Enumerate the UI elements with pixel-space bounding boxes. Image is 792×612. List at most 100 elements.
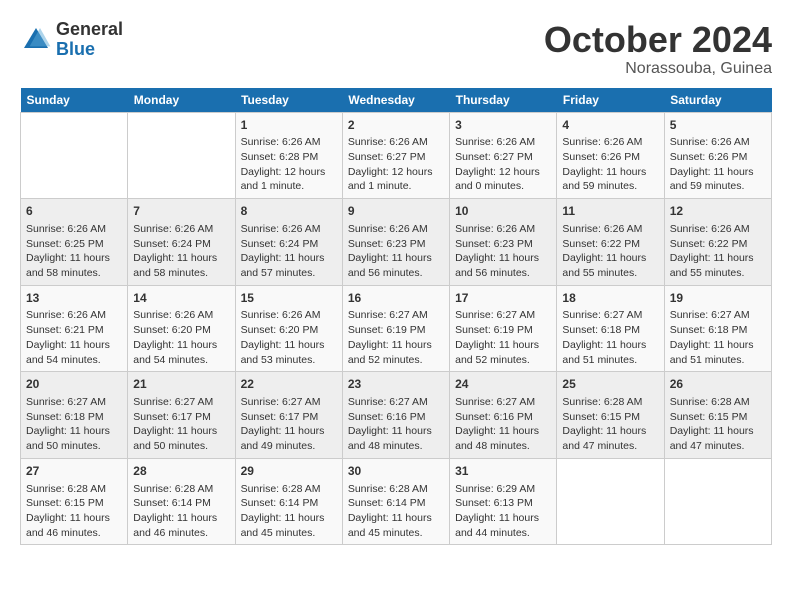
cell-text: Daylight: 11 hours bbox=[348, 424, 444, 439]
calendar-cell: 11Sunrise: 6:26 AMSunset: 6:22 PMDayligh… bbox=[557, 199, 664, 286]
cell-text: Sunrise: 6:26 AM bbox=[241, 308, 337, 323]
cell-text: Sunrise: 6:26 AM bbox=[348, 222, 444, 237]
cell-text: Sunset: 6:17 PM bbox=[133, 410, 229, 425]
cell-text: Sunrise: 6:26 AM bbox=[562, 222, 658, 237]
cell-text: Daylight: 11 hours bbox=[670, 251, 766, 266]
calendar-cell: 12Sunrise: 6:26 AMSunset: 6:22 PMDayligh… bbox=[664, 199, 771, 286]
calendar-cell: 7Sunrise: 6:26 AMSunset: 6:24 PMDaylight… bbox=[128, 199, 235, 286]
cell-text: Daylight: 11 hours bbox=[26, 338, 122, 353]
cell-text: Sunrise: 6:28 AM bbox=[26, 482, 122, 497]
calendar-cell: 15Sunrise: 6:26 AMSunset: 6:20 PMDayligh… bbox=[235, 285, 342, 372]
day-number: 7 bbox=[133, 203, 229, 220]
cell-text: Sunrise: 6:28 AM bbox=[562, 395, 658, 410]
cell-text: Daylight: 11 hours bbox=[670, 338, 766, 353]
cell-text: Sunrise: 6:29 AM bbox=[455, 482, 551, 497]
cell-text: Sunrise: 6:26 AM bbox=[455, 222, 551, 237]
cell-text: and 45 minutes. bbox=[241, 526, 337, 541]
header-row: SundayMondayTuesdayWednesdayThursdayFrid… bbox=[21, 88, 772, 113]
day-number: 6 bbox=[26, 203, 122, 220]
calendar-cell: 29Sunrise: 6:28 AMSunset: 6:14 PMDayligh… bbox=[235, 458, 342, 545]
calendar-week-4: 20Sunrise: 6:27 AMSunset: 6:18 PMDayligh… bbox=[21, 372, 772, 459]
cell-text: and 58 minutes. bbox=[133, 266, 229, 281]
header-cell-thursday: Thursday bbox=[450, 88, 557, 113]
cell-text: and 45 minutes. bbox=[348, 526, 444, 541]
cell-text: Sunrise: 6:27 AM bbox=[670, 308, 766, 323]
cell-text: Sunrise: 6:28 AM bbox=[241, 482, 337, 497]
cell-text: Sunset: 6:26 PM bbox=[562, 150, 658, 165]
calendar-table: SundayMondayTuesdayWednesdayThursdayFrid… bbox=[20, 88, 772, 546]
calendar-cell: 16Sunrise: 6:27 AMSunset: 6:19 PMDayligh… bbox=[342, 285, 449, 372]
cell-text: and 44 minutes. bbox=[455, 526, 551, 541]
calendar-cell: 25Sunrise: 6:28 AMSunset: 6:15 PMDayligh… bbox=[557, 372, 664, 459]
cell-text: and 52 minutes. bbox=[455, 353, 551, 368]
cell-text: Sunset: 6:17 PM bbox=[241, 410, 337, 425]
cell-text: Daylight: 11 hours bbox=[455, 511, 551, 526]
day-number: 28 bbox=[133, 463, 229, 480]
cell-text: Daylight: 11 hours bbox=[562, 165, 658, 180]
cell-text: and 51 minutes. bbox=[562, 353, 658, 368]
calendar-week-2: 6Sunrise: 6:26 AMSunset: 6:25 PMDaylight… bbox=[21, 199, 772, 286]
calendar-cell: 10Sunrise: 6:26 AMSunset: 6:23 PMDayligh… bbox=[450, 199, 557, 286]
cell-text: Sunset: 6:28 PM bbox=[241, 150, 337, 165]
cell-text: Daylight: 11 hours bbox=[26, 511, 122, 526]
cell-text: and 58 minutes. bbox=[26, 266, 122, 281]
header-cell-monday: Monday bbox=[128, 88, 235, 113]
month-title: October 2024 bbox=[544, 20, 772, 60]
calendar-body: 1 Sunrise: 6:26 AM Sunset: 6:28 PM Daylight… bbox=[21, 112, 772, 545]
cell-text: Daylight: 11 hours bbox=[455, 338, 551, 353]
cell-text: Daylight: 11 hours bbox=[562, 338, 658, 353]
cell-text: and 55 minutes. bbox=[670, 266, 766, 281]
day-number: 13 bbox=[26, 290, 122, 307]
page-header: General Blue October 2024 Norassouba, Gu… bbox=[20, 20, 772, 78]
cell-text: Daylight: 11 hours bbox=[26, 424, 122, 439]
cell-text: Sunset: 6:15 PM bbox=[670, 410, 766, 425]
day-number: 14 bbox=[133, 290, 229, 307]
cell-text: Sunset: 6:20 PM bbox=[241, 323, 337, 338]
cell-text: Sunset: 6:27 PM bbox=[455, 150, 551, 165]
day-number: 8 bbox=[241, 203, 337, 220]
cell-text: Sunset: 6:23 PM bbox=[348, 237, 444, 252]
calendar-cell: 1Sunrise: 6:26 AMSunset: 6:28 PMDaylight… bbox=[235, 112, 342, 199]
calendar-header: SundayMondayTuesdayWednesdayThursdayFrid… bbox=[21, 88, 772, 113]
calendar-cell bbox=[664, 458, 771, 545]
calendar-cell: 30Sunrise: 6:28 AMSunset: 6:14 PMDayligh… bbox=[342, 458, 449, 545]
calendar-cell: 8Sunrise: 6:26 AMSunset: 6:24 PMDaylight… bbox=[235, 199, 342, 286]
header-cell-saturday: Saturday bbox=[664, 88, 771, 113]
logo-blue: Blue bbox=[56, 40, 123, 60]
day-number: 10 bbox=[455, 203, 551, 220]
cell-text: Daylight: 11 hours bbox=[348, 511, 444, 526]
cell-text: Sunrise: 6:27 AM bbox=[348, 395, 444, 410]
calendar-cell bbox=[21, 112, 128, 199]
cell-text: and 59 minutes. bbox=[670, 179, 766, 194]
cell-text: Daylight: 11 hours bbox=[133, 424, 229, 439]
cell-text: Daylight: 11 hours bbox=[26, 251, 122, 266]
cell-text: Sunset: 6:14 PM bbox=[241, 496, 337, 511]
cell-text: and 53 minutes. bbox=[241, 353, 337, 368]
cell-text: and 57 minutes. bbox=[241, 266, 337, 281]
cell-text: Sunset: 6:24 PM bbox=[241, 237, 337, 252]
cell-text: Sunset: 6:22 PM bbox=[562, 237, 658, 252]
day-number: 20 bbox=[26, 376, 122, 393]
cell-text: and 55 minutes. bbox=[562, 266, 658, 281]
header-cell-wednesday: Wednesday bbox=[342, 88, 449, 113]
cell-text: Sunset: 6:14 PM bbox=[348, 496, 444, 511]
calendar-cell: 24Sunrise: 6:27 AMSunset: 6:16 PMDayligh… bbox=[450, 372, 557, 459]
day-number: 23 bbox=[348, 376, 444, 393]
cell-text: and 1 minute. bbox=[241, 179, 337, 194]
calendar-week-3: 13Sunrise: 6:26 AMSunset: 6:21 PMDayligh… bbox=[21, 285, 772, 372]
cell-text: Sunrise: 6:26 AM bbox=[562, 135, 658, 150]
day-number: 24 bbox=[455, 376, 551, 393]
cell-text: Sunset: 6:22 PM bbox=[670, 237, 766, 252]
day-number: 1 bbox=[241, 117, 337, 134]
calendar-cell: 22Sunrise: 6:27 AMSunset: 6:17 PMDayligh… bbox=[235, 372, 342, 459]
cell-text: Daylight: 11 hours bbox=[348, 338, 444, 353]
cell-text: Sunrise: 6:26 AM bbox=[670, 135, 766, 150]
calendar-cell: 9Sunrise: 6:26 AMSunset: 6:23 PMDaylight… bbox=[342, 199, 449, 286]
cell-text: Sunset: 6:25 PM bbox=[26, 237, 122, 252]
cell-text: and 46 minutes. bbox=[26, 526, 122, 541]
cell-text: Sunrise: 6:28 AM bbox=[670, 395, 766, 410]
cell-text: Sunrise: 6:26 AM bbox=[133, 222, 229, 237]
cell-text: Sunset: 6:24 PM bbox=[133, 237, 229, 252]
cell-text: Sunrise: 6:27 AM bbox=[562, 308, 658, 323]
cell-text: and 51 minutes. bbox=[670, 353, 766, 368]
